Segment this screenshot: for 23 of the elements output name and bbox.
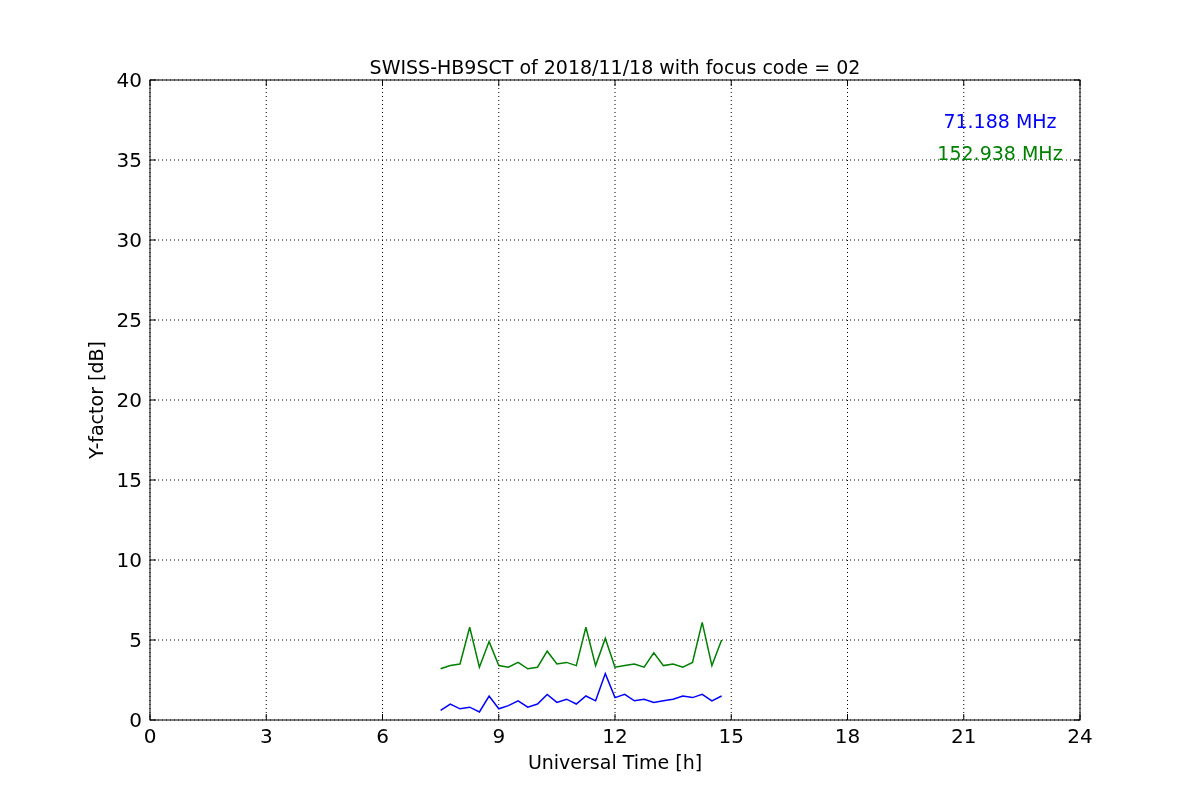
x-tick-label: 6	[376, 724, 389, 748]
y-tick-label: 25	[116, 308, 142, 332]
x-tick-label: 15	[718, 724, 744, 748]
y-tick-label: 10	[116, 548, 142, 572]
y-tick-label: 0	[129, 708, 142, 732]
legend-label: 71.188 MHz	[943, 110, 1057, 132]
y-tick-label: 40	[116, 68, 142, 92]
y-tick-label: 5	[129, 628, 142, 652]
legend-label: 152.938 MHz	[937, 142, 1063, 164]
x-axis-label: Universal Time [h]	[527, 751, 703, 773]
y-tick-label: 15	[116, 468, 142, 492]
y-axis-label: Y-factor [dB]	[85, 341, 107, 459]
x-tick-label: 18	[834, 724, 861, 748]
y-tick-label: 30	[116, 228, 142, 252]
x-tick-label: 3	[259, 724, 273, 748]
chart-title: SWISS-HB9SCT of 2018/11/18 with focus code = 02	[369, 56, 861, 78]
x-tick-label: 0	[143, 724, 157, 748]
x-tick-label: 21	[951, 724, 977, 748]
x-tick-label: 24	[1067, 724, 1093, 748]
x-tick-label: 9	[492, 724, 506, 748]
y-tick-label: 35	[116, 148, 142, 172]
y-tick-label: 20	[116, 388, 142, 412]
x-tick-label: 12	[602, 724, 628, 748]
